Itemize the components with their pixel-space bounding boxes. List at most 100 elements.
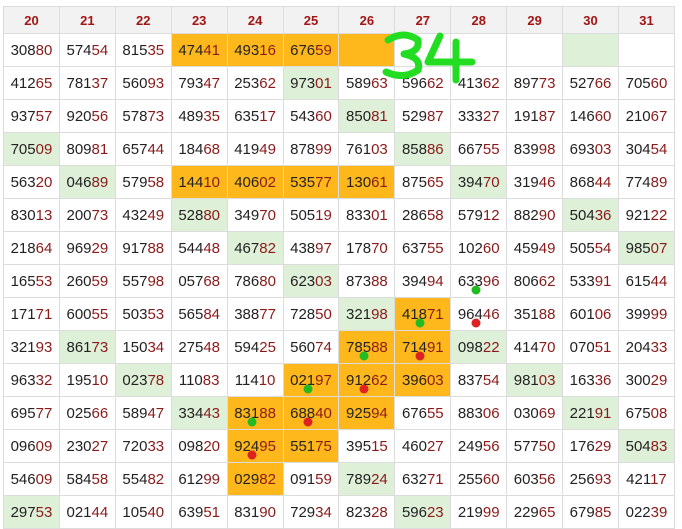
number-cell: 70560 xyxy=(617,66,676,100)
number-cell: 82328 xyxy=(338,495,396,529)
number-prefix: 639 xyxy=(178,503,204,521)
number-suffix: 91 xyxy=(594,272,612,290)
number-cell: 50353 xyxy=(114,297,172,331)
number-suffix: 90 xyxy=(259,503,276,521)
number-cell: 46027 xyxy=(394,429,452,463)
number-cell: 03069 xyxy=(506,396,564,430)
number-prefix: 793 xyxy=(178,74,204,92)
number-cell: 91262 xyxy=(338,363,396,397)
number-cell: 39515 xyxy=(338,429,396,463)
number-suffix: 62 xyxy=(538,272,556,290)
number-prefix: 418 xyxy=(401,305,427,323)
number-prefix: 601 xyxy=(569,305,595,323)
number-prefix: 563 xyxy=(10,173,36,191)
column-header: 26 xyxy=(338,6,396,34)
number-cell: 78924 xyxy=(338,462,396,496)
number-cell: 29753 xyxy=(3,495,60,529)
number-cell: 45949 xyxy=(506,231,564,265)
number-prefix: 861 xyxy=(66,338,92,356)
number-prefix: 728 xyxy=(290,305,316,323)
number-prefix: 176 xyxy=(569,437,595,455)
number-suffix: 53 xyxy=(147,305,165,323)
table-row: 70509 80981 65744 18468 41949 87899 76103 85886… xyxy=(3,132,676,166)
number-suffix: 90 xyxy=(538,206,556,224)
number-cell xyxy=(450,33,508,67)
number-suffix: 94 xyxy=(371,404,388,422)
number-cell: 92122 xyxy=(617,198,676,232)
number-suffix: 62 xyxy=(371,371,388,389)
number-suffix: 63 xyxy=(371,74,388,92)
number-cell: 96929 xyxy=(58,231,116,265)
number-cell: 39603 xyxy=(394,363,452,397)
number-prefix: 676 xyxy=(401,404,427,422)
number-cell: 54609 xyxy=(3,462,60,496)
number-cell: 67985 xyxy=(562,495,619,529)
number-suffix: 73 xyxy=(91,338,109,356)
number-cell: 21864 xyxy=(3,231,60,265)
number-cell: 72033 xyxy=(114,429,172,463)
number-prefix: 875 xyxy=(401,173,427,191)
number-cell: 52880 xyxy=(170,198,228,232)
number-cell xyxy=(562,33,619,67)
number-cell: 92056 xyxy=(58,99,116,133)
number-suffix: 59 xyxy=(315,41,332,59)
number-suffix: 85 xyxy=(594,503,612,521)
number-prefix: 275 xyxy=(178,338,204,356)
number-prefix: 789 xyxy=(346,470,372,488)
number-cell: 30454 xyxy=(617,132,676,166)
number-cell: 47441 xyxy=(170,33,228,67)
number-prefix: 883 xyxy=(457,404,483,422)
number-cell: 78680 xyxy=(226,264,284,298)
number-prefix: 705 xyxy=(625,74,651,92)
number-cell: 21067 xyxy=(617,99,676,133)
number-cell: 30029 xyxy=(617,363,676,397)
table-row: 30880 57454 81535 47441 49316 67659 xyxy=(3,33,676,67)
number-suffix: 82 xyxy=(259,470,276,488)
number-suffix: 82 xyxy=(259,239,276,257)
number-suffix: 62 xyxy=(426,74,444,92)
number-cell xyxy=(617,33,676,67)
number-cell: 87565 xyxy=(394,165,452,199)
number-cell: 83190 xyxy=(226,495,284,529)
number-cell: 59425 xyxy=(226,330,284,364)
number-prefix: 937 xyxy=(10,107,36,125)
number-cell: 39470 xyxy=(450,165,508,199)
number-suffix: 66 xyxy=(594,74,612,92)
number-cell: 28658 xyxy=(394,198,452,232)
number-prefix: 596 xyxy=(401,503,427,521)
number-prefix: 589 xyxy=(346,74,372,92)
number-prefix: 600 xyxy=(66,305,92,323)
number-prefix: 504 xyxy=(569,206,595,224)
number-prefix: 421 xyxy=(626,470,651,488)
number-suffix: 81 xyxy=(371,107,388,125)
table-row: 09609 23027 72033 09820 92495 55175 39515 46027… xyxy=(3,429,676,463)
number-suffix: 81 xyxy=(91,140,109,158)
number-cell: 66755 xyxy=(450,132,508,166)
number-cell: 23027 xyxy=(58,429,116,463)
number-suffix: 84 xyxy=(203,305,221,323)
number-prefix: 396 xyxy=(401,371,427,389)
number-prefix: 839 xyxy=(513,140,539,158)
number-cell: 98103 xyxy=(506,363,564,397)
number-suffix: 60 xyxy=(482,239,500,257)
number-suffix: 54 xyxy=(91,41,109,59)
number-cell: 54360 xyxy=(282,99,340,133)
number-cell: 85886 xyxy=(394,132,452,166)
number-prefix: 578 xyxy=(122,107,148,125)
number-cell: 50519 xyxy=(282,198,340,232)
number-prefix: 560 xyxy=(122,74,148,92)
number-prefix: 459 xyxy=(513,239,539,257)
number-suffix: 95 xyxy=(259,437,276,455)
number-cell: 60055 xyxy=(58,297,116,331)
number-cell: 55798 xyxy=(114,264,172,298)
number-cell: 92495 xyxy=(226,429,284,463)
number-suffix: 93 xyxy=(594,470,612,488)
number-prefix: 334 xyxy=(178,404,204,422)
number-cell: 11410 xyxy=(226,363,284,397)
number-cell: 81535 xyxy=(114,33,172,67)
number-suffix: 10 xyxy=(203,173,221,191)
number-cell: 85081 xyxy=(338,99,396,133)
number-prefix: 533 xyxy=(569,272,595,290)
number-cell: 67655 xyxy=(394,396,452,430)
number-prefix: 171 xyxy=(10,305,36,323)
